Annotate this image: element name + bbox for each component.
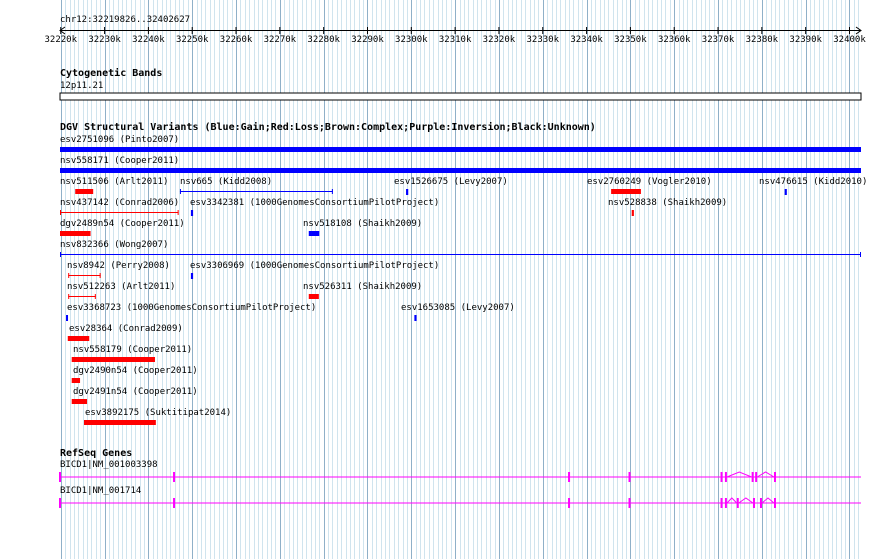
dgv-variant-glyph[interactable] [60,210,179,215]
dgv-variant-glyph[interactable] [68,294,96,299]
dgv-variant-glyph[interactable] [71,357,155,362]
dgv-variant-glyph[interactable] [190,273,194,279]
dgv-variant-glyph[interactable] [60,168,861,173]
dgv-variant-glyph[interactable] [66,315,69,321]
dgv-variant-glyph[interactable] [75,189,94,194]
dgv-variant-glyph[interactable] [83,420,156,425]
dgv-variant-glyph[interactable] [308,231,320,236]
dgv-variant-glyph[interactable] [67,336,90,341]
cytoband-bar[interactable] [59,92,862,101]
dgv-variant-glyph[interactable] [71,378,81,383]
dgv-variant-glyph[interactable] [179,189,333,194]
gene-model[interactable] [59,497,861,508]
dgv-variant-glyph[interactable] [784,189,787,195]
dgv-variant-glyph[interactable] [60,147,861,152]
dgv-variant-glyph[interactable] [611,189,641,194]
dgv-variant-glyph[interactable] [60,252,861,257]
dgv-variant-glyph[interactable] [631,210,634,216]
dgv-variant-glyph[interactable] [406,189,409,195]
dgv-variant-glyph[interactable] [308,294,319,299]
dgv-variant-glyph[interactable] [68,273,101,278]
track-features [59,26,862,508]
dgv-variant-glyph[interactable] [414,315,417,321]
gene-model[interactable] [59,471,861,482]
dgv-variant-glyph[interactable] [60,231,91,236]
dgv-variant-glyph[interactable] [190,210,194,216]
dgv-variant-glyph[interactable] [71,399,88,404]
